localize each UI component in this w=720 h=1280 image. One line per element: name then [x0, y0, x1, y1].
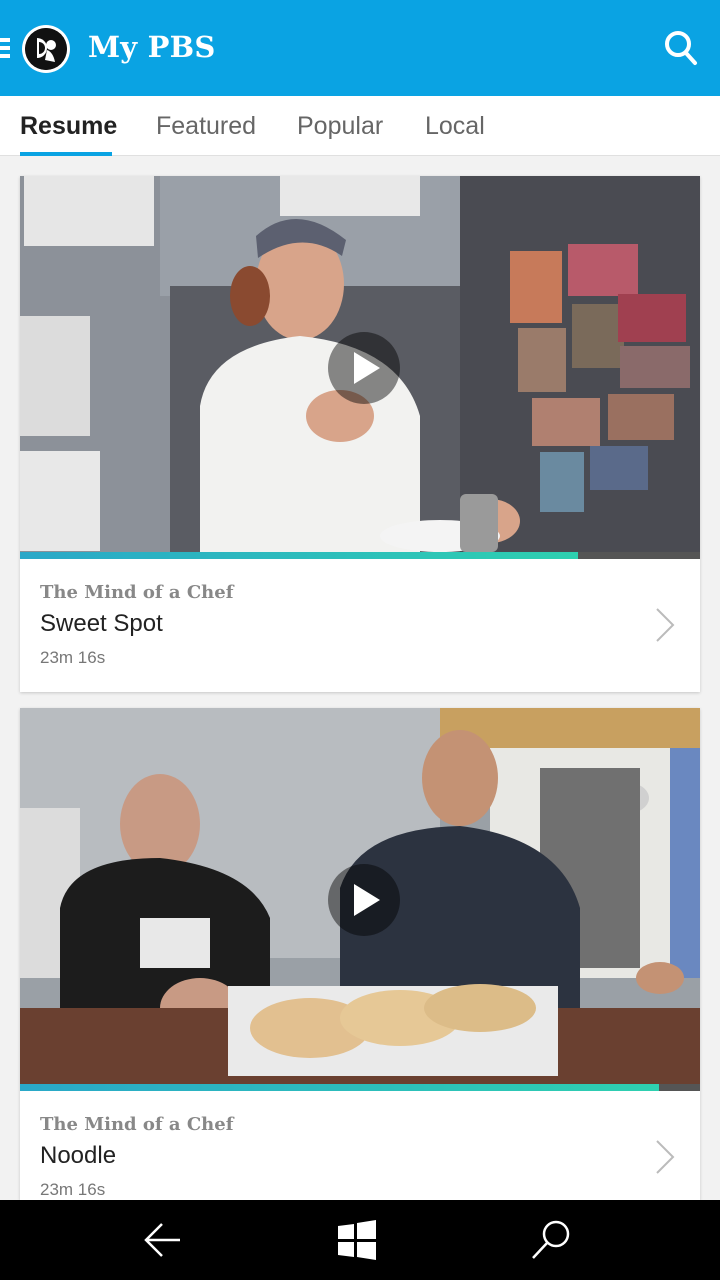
tab-featured[interactable]: Featured — [156, 112, 256, 141]
watch-progress-fill — [20, 552, 578, 559]
watch-progress-fill — [20, 1084, 660, 1091]
app-bar: My PBS — [0, 0, 720, 96]
video-thumbnail[interactable] — [20, 176, 700, 552]
play-button[interactable] — [328, 864, 400, 936]
show-title: The Mind of a Chef — [40, 1114, 234, 1135]
chevron-right-icon[interactable] — [654, 607, 676, 643]
watch-progress-bar — [20, 552, 700, 559]
tab-popular[interactable]: Popular — [297, 112, 383, 141]
app-title: My PBS — [88, 30, 216, 64]
system-nav-bar — [0, 1200, 720, 1280]
video-card[interactable]: The Mind of a Chef Sweet Spot 23m 16s — [20, 176, 700, 692]
search-icon[interactable] — [662, 28, 700, 68]
play-icon — [354, 884, 380, 916]
video-thumbnail[interactable] — [20, 708, 700, 1084]
tab-bar: Resume Featured Popular Local — [0, 96, 720, 156]
pbs-logo — [22, 25, 70, 73]
back-arrow-icon[interactable] — [140, 1218, 184, 1262]
chevron-right-icon[interactable] — [654, 1139, 676, 1175]
episode-title: Sweet Spot — [40, 610, 163, 637]
tab-local[interactable]: Local — [425, 112, 485, 141]
video-card[interactable]: The Mind of a Chef Noodle 23m 16s — [20, 708, 700, 1200]
hamburger-icon[interactable] — [0, 38, 10, 58]
active-tab-indicator — [20, 152, 112, 156]
watch-progress-bar — [20, 1084, 700, 1091]
tab-resume[interactable]: Resume — [20, 112, 117, 141]
episode-duration: 23m 16s — [40, 648, 106, 667]
windows-icon[interactable] — [336, 1218, 380, 1262]
episode-duration: 23m 16s — [40, 1180, 106, 1199]
play-button[interactable] — [328, 332, 400, 404]
show-title: The Mind of a Chef — [40, 582, 234, 603]
episode-title: Noodle — [40, 1142, 117, 1169]
play-icon — [354, 352, 380, 384]
search-icon[interactable] — [530, 1218, 574, 1262]
